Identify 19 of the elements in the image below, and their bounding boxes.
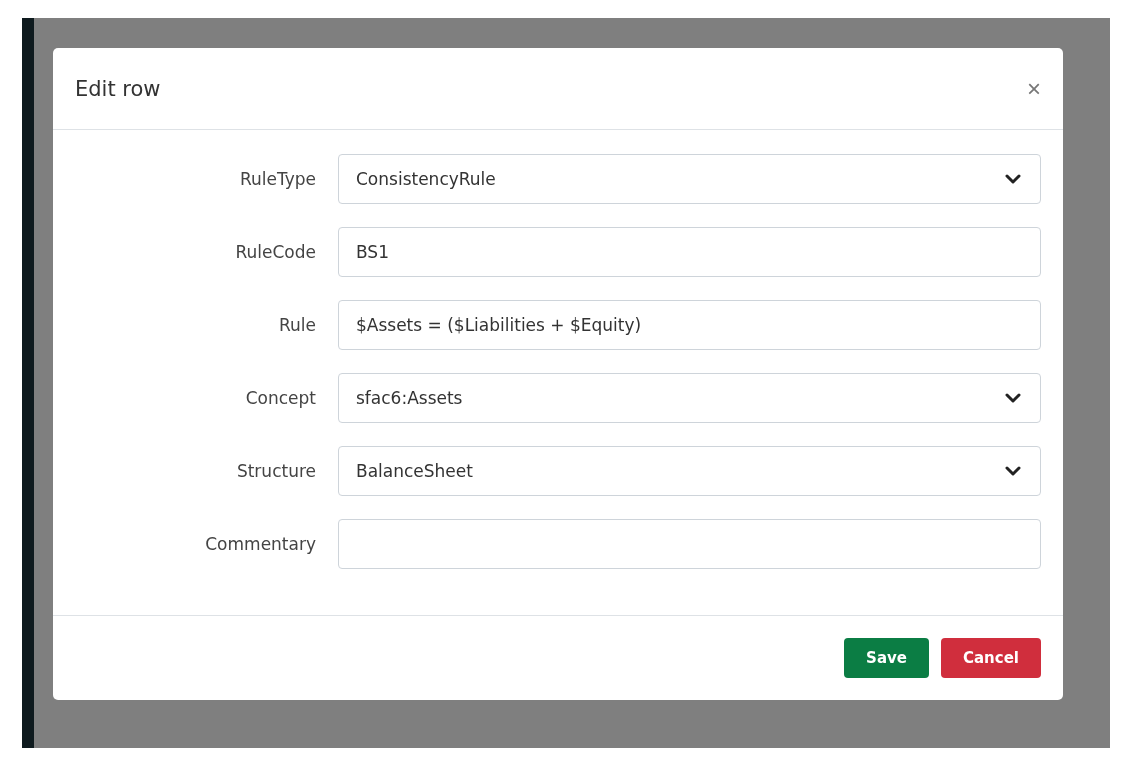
select-field[interactable]: ConsistencyRule	[338, 154, 1041, 204]
field-label: RuleCode	[234, 242, 317, 262]
input-field[interactable]: BS1	[338, 227, 1041, 277]
input-field[interactable]	[338, 519, 1041, 569]
field-label: Commentary	[204, 534, 317, 554]
field-label: RuleType	[238, 169, 317, 189]
close-button[interactable]: ×	[1027, 76, 1041, 101]
field-label: Structure	[235, 461, 317, 481]
cancel-button[interactable]: Cancel	[941, 638, 1041, 678]
field-label: Concept	[244, 388, 317, 408]
chevron-down-icon	[1005, 174, 1021, 184]
dialog-title: Edit row	[75, 76, 161, 101]
chevron-down-icon	[1005, 466, 1021, 476]
field-label: Rule	[278, 315, 317, 335]
select-field[interactable]: BalanceSheet	[338, 446, 1041, 496]
save-button[interactable]: Save	[844, 638, 929, 678]
input-field[interactable]: $Assets = ($Liabilities + $Equity)	[338, 300, 1041, 350]
select-field[interactable]: sfac6:Assets	[338, 373, 1041, 423]
chevron-down-icon	[1005, 393, 1021, 403]
